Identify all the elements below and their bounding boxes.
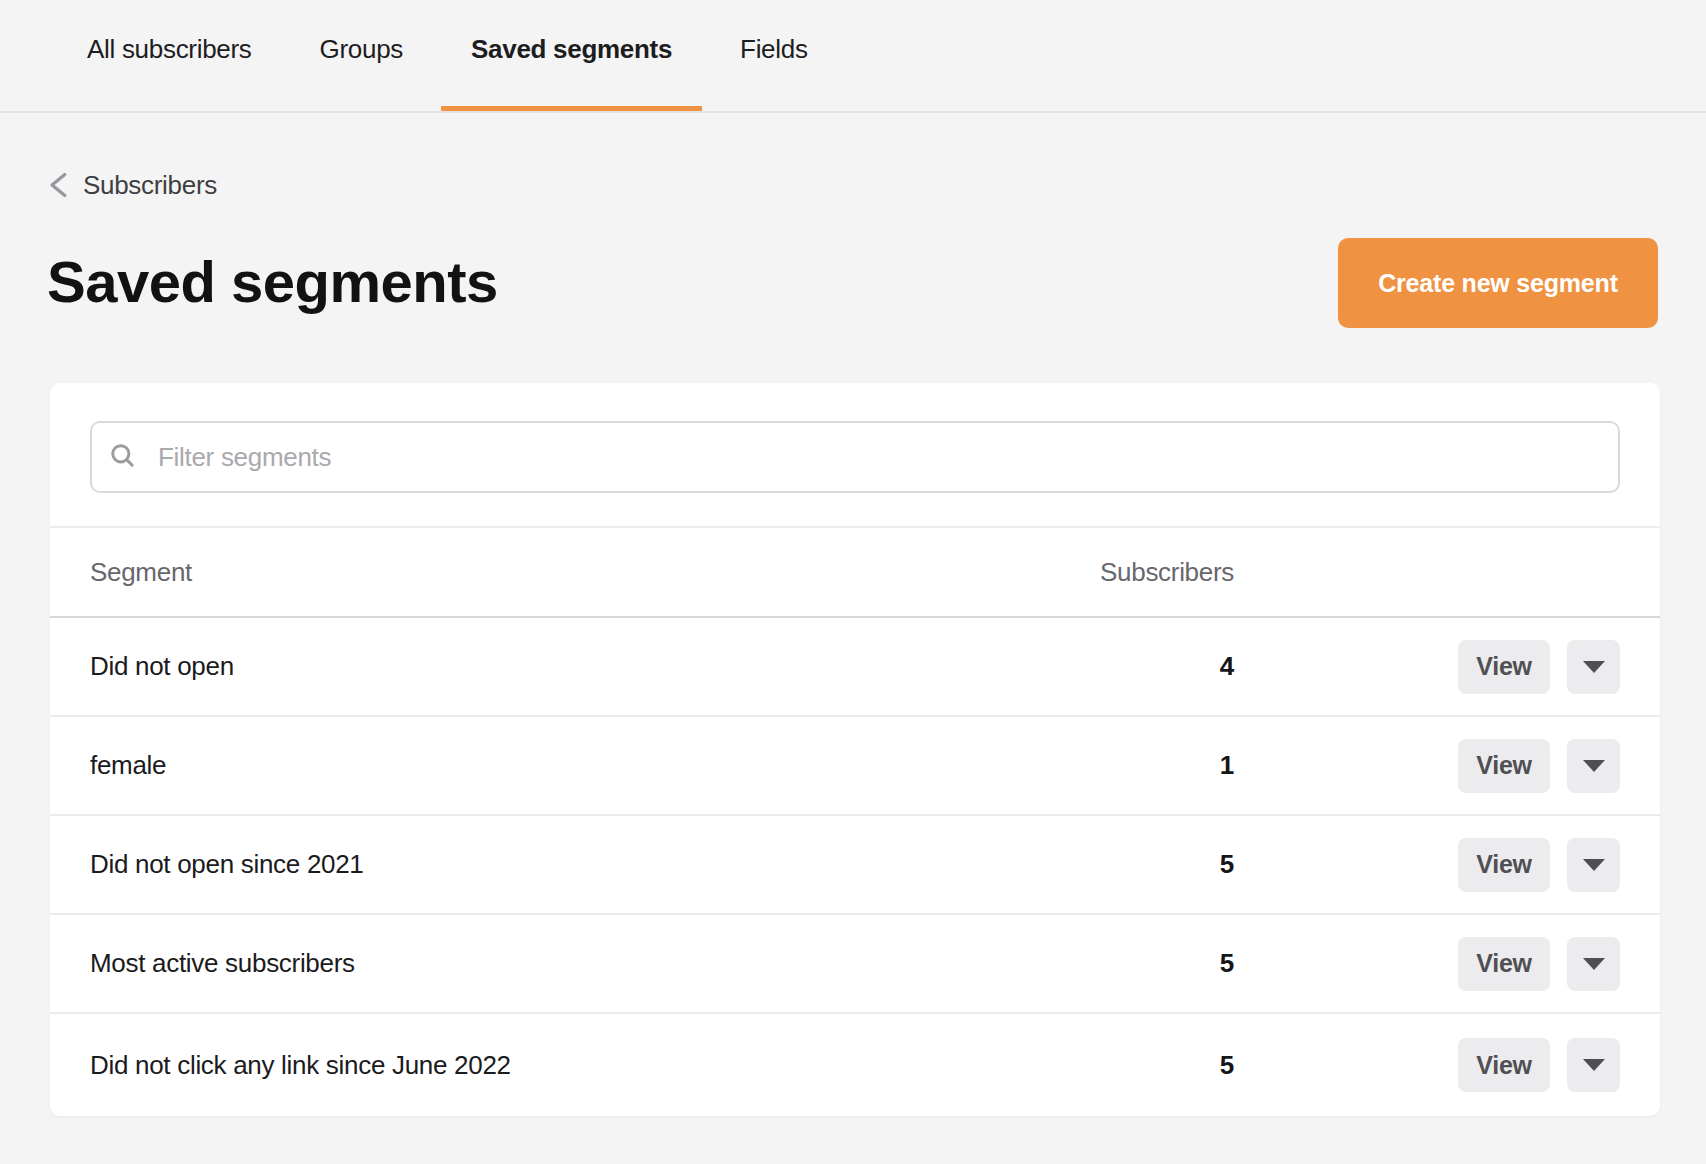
segment-name: Did not click any link since June 2022	[90, 1050, 1040, 1081]
column-header-subscribers: Subscribers	[1040, 557, 1234, 588]
view-button[interactable]: View	[1458, 937, 1550, 991]
tab-label: Saved segments	[471, 34, 672, 64]
segment-name: Did not open	[90, 651, 1040, 682]
row-dropdown-button[interactable]	[1567, 1038, 1620, 1092]
segment-name: female	[90, 750, 1040, 781]
segment-row: Did not click any link since June 2022 5…	[50, 1014, 1660, 1116]
breadcrumb-back-link[interactable]: Subscribers	[45, 171, 217, 199]
tab-all-subscribers[interactable]: All subscribers	[57, 0, 282, 111]
filter-segments-field[interactable]	[90, 421, 1620, 493]
caret-down-icon	[1583, 661, 1605, 673]
filter-segments-input[interactable]	[158, 423, 1618, 491]
segment-rows: Did not open 4 View female 1 View Did no…	[50, 618, 1660, 1116]
segment-name: Most active subscribers	[90, 948, 1040, 979]
caret-down-icon	[1583, 1059, 1605, 1071]
tab-label: All subscribers	[87, 34, 252, 64]
row-dropdown-button[interactable]	[1567, 937, 1620, 991]
active-tab-underline	[441, 106, 702, 111]
view-button[interactable]: View	[1458, 640, 1550, 694]
subscriber-count: 4	[1040, 651, 1234, 682]
search-icon	[109, 442, 136, 469]
segment-row: female 1 View	[50, 717, 1660, 816]
subscriber-count: 1	[1040, 750, 1234, 781]
segment-row: Did not open 4 View	[50, 618, 1660, 717]
segment-name: Did not open since 2021	[90, 849, 1040, 880]
view-button[interactable]: View	[1458, 1038, 1550, 1092]
tab-label: Fields	[740, 34, 808, 64]
segment-row: Most active subscribers 5 View	[50, 915, 1660, 1014]
segment-row: Did not open since 2021 5 View	[50, 816, 1660, 915]
segments-card: Segment Subscribers Did not open 4 View …	[50, 383, 1660, 1116]
view-button[interactable]: View	[1458, 838, 1550, 892]
tab-groups[interactable]: Groups	[290, 0, 433, 111]
caret-down-icon	[1583, 859, 1605, 871]
create-new-segment-button[interactable]: Create new segment	[1338, 238, 1658, 328]
tab-list: All subscribers Groups Saved segments Fi…	[57, 0, 838, 111]
subscriber-count: 5	[1040, 948, 1234, 979]
tab-saved-segments[interactable]: Saved segments	[441, 0, 702, 111]
table-header-row: Segment Subscribers	[50, 528, 1660, 618]
row-dropdown-button[interactable]	[1567, 640, 1620, 694]
breadcrumb-label: Subscribers	[83, 171, 217, 199]
subscriber-count: 5	[1040, 849, 1234, 880]
subscriber-count: 5	[1040, 1050, 1234, 1081]
subscribers-tab-bar: All subscribers Groups Saved segments Fi…	[0, 0, 1706, 113]
row-dropdown-button[interactable]	[1567, 739, 1620, 793]
row-dropdown-button[interactable]	[1567, 838, 1620, 892]
caret-down-icon	[1583, 760, 1605, 772]
tab-label: Groups	[320, 34, 403, 64]
page-title: Saved segments	[47, 252, 498, 312]
column-header-segment: Segment	[90, 557, 1040, 588]
view-button[interactable]: View	[1458, 739, 1550, 793]
tab-fields[interactable]: Fields	[710, 0, 838, 111]
caret-down-icon	[1583, 958, 1605, 970]
chevron-left-icon	[45, 171, 73, 199]
filter-section	[50, 383, 1660, 493]
